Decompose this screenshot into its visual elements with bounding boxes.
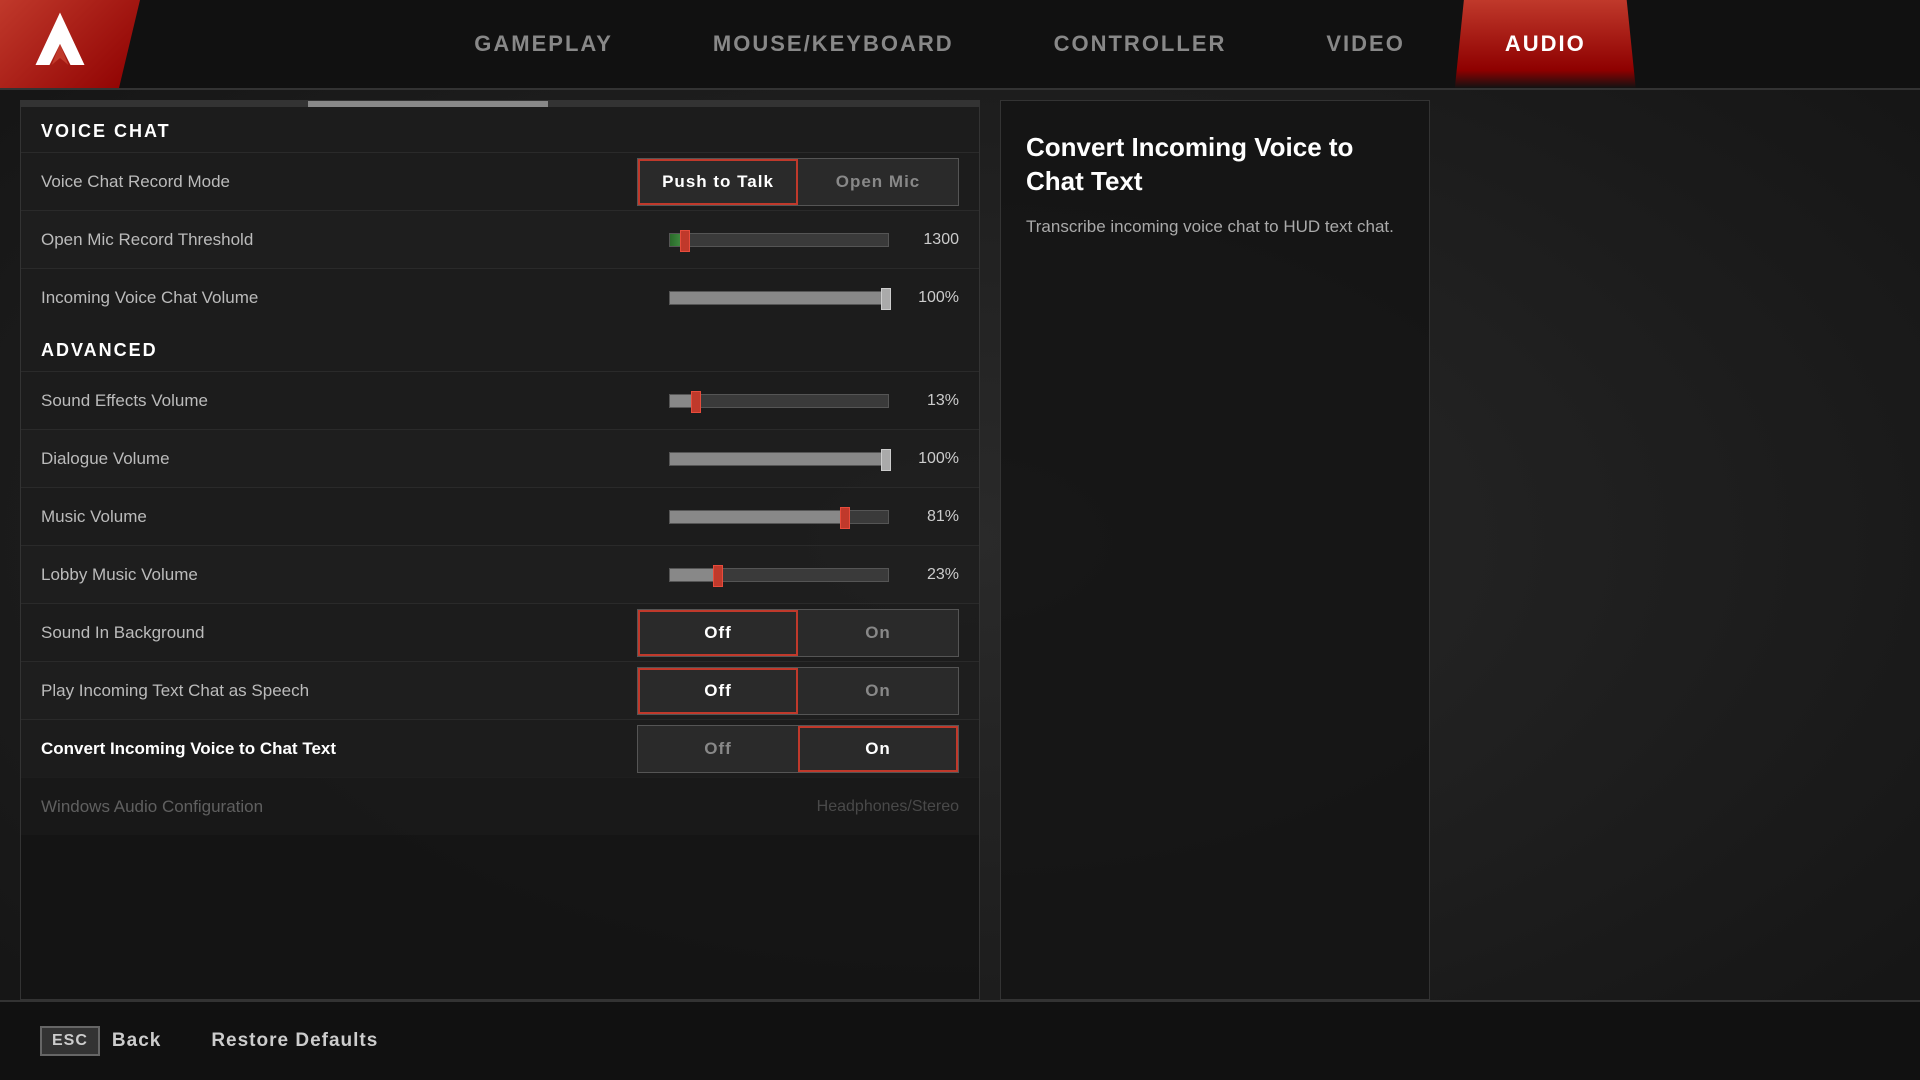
nav-tabs: GAMEPLAY MOUSE/KEYBOARD CONTROLLER VIDEO… <box>140 0 1920 88</box>
dialogue-volume-track[interactable] <box>669 452 889 466</box>
sound-in-background-on-button[interactable]: On <box>798 610 958 656</box>
setting-row-play-incoming-text-chat: Play Incoming Text Chat as Speech Off On <box>21 661 979 719</box>
setting-row-windows-audio-config: Windows Audio Configuration Headphones/S… <box>21 777 979 835</box>
open-mic-threshold-control: 1300 <box>669 231 959 249</box>
apex-logo <box>25 9 95 79</box>
play-incoming-text-chat-toggle-pair: Off On <box>637 667 959 715</box>
voice-chat-record-mode-label: Voice Chat Record Mode <box>41 172 637 192</box>
music-volume-thumb <box>840 507 850 529</box>
sound-in-background-off-button[interactable]: Off <box>638 610 798 656</box>
sound-in-background-label: Sound In Background <box>41 623 637 643</box>
restore-defaults-button[interactable]: Restore Defaults <box>211 1030 378 1052</box>
convert-incoming-voice-on-button[interactable]: On <box>798 726 958 772</box>
incoming-voice-volume-control: 100% <box>669 289 959 307</box>
sound-effects-volume-fill <box>670 395 698 407</box>
scroll-bar <box>308 101 548 107</box>
windows-audio-config-value: Headphones/Stereo <box>817 798 959 816</box>
play-incoming-text-chat-label: Play Incoming Text Chat as Speech <box>41 681 637 701</box>
setting-row-music-volume: Music Volume 81% <box>21 487 979 545</box>
tab-video[interactable]: VIDEO <box>1276 0 1454 88</box>
esc-key-badge: ESC <box>40 1026 100 1056</box>
setting-row-voice-chat-record-mode: Voice Chat Record Mode Push to Talk Open… <box>21 152 979 210</box>
settings-panel: VOICE CHAT Voice Chat Record Mode Push t… <box>20 100 980 1000</box>
dialogue-volume-thumb <box>881 449 891 471</box>
voice-chat-record-toggle-pair: Push to Talk Open Mic <box>637 158 959 206</box>
setting-row-open-mic-threshold: Open Mic Record Threshold 1300 <box>21 210 979 268</box>
open-mic-threshold-fill <box>670 234 687 246</box>
push-to-talk-button[interactable]: Push to Talk <box>638 159 798 205</box>
open-mic-button[interactable]: Open Mic <box>798 159 958 205</box>
music-volume-control: 81% <box>669 508 959 526</box>
section-header-voice-chat: VOICE CHAT <box>21 107 979 152</box>
open-mic-threshold-value: 1300 <box>904 231 959 249</box>
convert-incoming-voice-toggle-pair: Off On <box>637 725 959 773</box>
sound-effects-volume-label: Sound Effects Volume <box>41 391 669 411</box>
dialogue-volume-fill <box>670 453 888 465</box>
back-label: Back <box>112 1030 161 1052</box>
setting-row-convert-incoming-voice: Convert Incoming Voice to Chat Text Off … <box>21 719 979 777</box>
lobby-music-volume-thumb <box>713 565 723 587</box>
lobby-music-volume-label: Lobby Music Volume <box>41 565 669 585</box>
back-button[interactable]: ESC Back <box>40 1026 161 1056</box>
incoming-voice-volume-label: Incoming Voice Chat Volume <box>41 288 669 308</box>
open-mic-threshold-track[interactable] <box>669 233 889 247</box>
dialogue-volume-label: Dialogue Volume <box>41 449 669 469</box>
tab-mouse-keyboard[interactable]: MOUSE/KEYBOARD <box>663 0 1004 88</box>
lobby-music-volume-control: 23% <box>669 566 959 584</box>
setting-row-dialogue-volume: Dialogue Volume 100% <box>21 429 979 487</box>
logo-area <box>0 0 140 88</box>
setting-row-sound-effects-volume: Sound Effects Volume 13% <box>21 371 979 429</box>
lobby-music-volume-fill <box>670 569 720 581</box>
scroll-indicator <box>21 101 979 107</box>
music-volume-label: Music Volume <box>41 507 669 527</box>
music-volume-fill <box>670 511 847 523</box>
sound-effects-volume-track[interactable] <box>669 394 889 408</box>
music-volume-value: 81% <box>904 508 959 526</box>
sound-in-background-toggle-pair: Off On <box>637 609 959 657</box>
play-incoming-text-chat-off-button[interactable]: Off <box>638 668 798 714</box>
tab-gameplay[interactable]: GAMEPLAY <box>424 0 663 88</box>
setting-row-sound-in-background: Sound In Background Off On <box>21 603 979 661</box>
convert-incoming-voice-control: Off On <box>637 725 959 773</box>
setting-row-incoming-voice-volume: Incoming Voice Chat Volume 100% <box>21 268 979 326</box>
tab-controller[interactable]: CONTROLLER <box>1004 0 1277 88</box>
restore-defaults-label: Restore Defaults <box>211 1030 378 1052</box>
dialogue-volume-value: 100% <box>904 450 959 468</box>
windows-audio-config-label: Windows Audio Configuration <box>41 797 817 817</box>
incoming-voice-volume-value: 100% <box>904 289 959 307</box>
open-mic-threshold-label: Open Mic Record Threshold <box>41 230 669 250</box>
dialogue-volume-control: 100% <box>669 450 959 468</box>
convert-incoming-voice-label: Convert Incoming Voice to Chat Text <box>41 739 637 759</box>
play-incoming-text-chat-control: Off On <box>637 667 959 715</box>
lobby-music-volume-track[interactable] <box>669 568 889 582</box>
sound-in-background-control: Off On <box>637 609 959 657</box>
play-incoming-text-chat-on-button[interactable]: On <box>798 668 958 714</box>
top-navigation: GAMEPLAY MOUSE/KEYBOARD CONTROLLER VIDEO… <box>0 0 1920 90</box>
sound-effects-volume-value: 13% <box>904 392 959 410</box>
sound-effects-volume-thumb <box>691 391 701 413</box>
incoming-voice-volume-thumb <box>881 288 891 310</box>
voice-chat-record-mode-control: Push to Talk Open Mic <box>637 158 959 206</box>
tab-audio[interactable]: AUDIO <box>1455 0 1636 88</box>
open-mic-threshold-thumb <box>680 230 690 252</box>
sound-effects-volume-control: 13% <box>669 392 959 410</box>
setting-row-lobby-music-volume: Lobby Music Volume 23% <box>21 545 979 603</box>
music-volume-track[interactable] <box>669 510 889 524</box>
incoming-voice-volume-fill <box>670 292 888 304</box>
main-content: VOICE CHAT Voice Chat Record Mode Push t… <box>0 90 1920 1000</box>
info-panel-description: Transcribe incoming voice chat to HUD te… <box>1026 214 1404 240</box>
info-panel: Convert Incoming Voice to Chat Text Tran… <box>1000 100 1430 1000</box>
incoming-voice-volume-track[interactable] <box>669 291 889 305</box>
bottom-bar: ESC Back Restore Defaults <box>0 1000 1920 1080</box>
lobby-music-volume-value: 23% <box>904 566 959 584</box>
section-header-advanced: ADVANCED <box>21 326 979 371</box>
convert-incoming-voice-off-button[interactable]: Off <box>638 726 798 772</box>
info-panel-title: Convert Incoming Voice to Chat Text <box>1026 131 1404 199</box>
